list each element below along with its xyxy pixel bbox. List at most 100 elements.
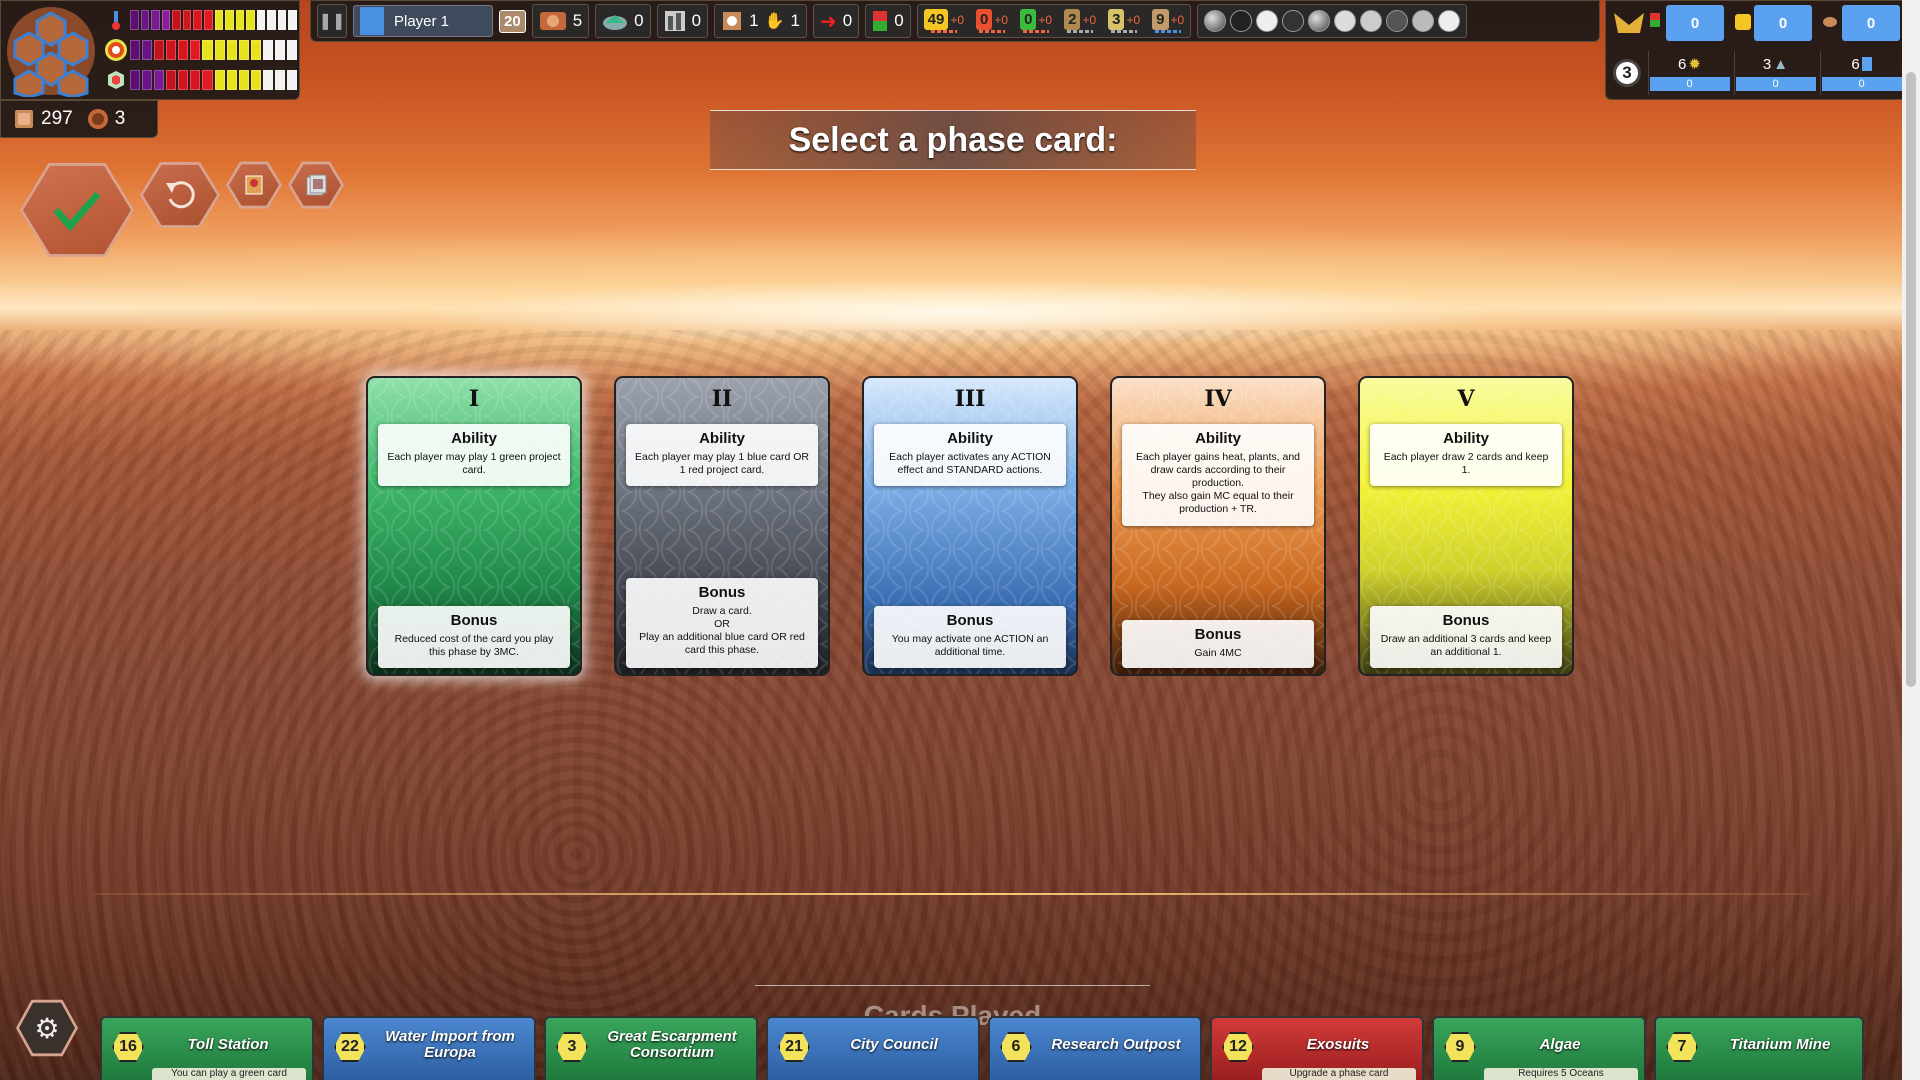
played-card[interactable]: 7 Titanium Mine (1654, 1016, 1864, 1080)
card-cost: 6 (1000, 1032, 1032, 1062)
earth-tag-icon[interactable] (1204, 10, 1227, 32)
phase-numeral: I (468, 386, 480, 412)
undo-button[interactable] (140, 162, 220, 228)
stat-value: 1 (749, 11, 759, 30)
played-card[interactable]: 21 City Council (766, 1016, 980, 1080)
phase-card-1[interactable]: I Ability Each player may play 1 green pr… (366, 376, 582, 676)
settings-button[interactable]: ⚙ (16, 999, 78, 1057)
played-card[interactable]: 12 Exosuits Upgrade a phase card (1210, 1016, 1424, 1080)
ocean-track (130, 70, 298, 90)
prod-delta: +0 (1126, 12, 1141, 27)
arrow-right-icon: ➜ (819, 10, 837, 33)
gear-icon: ⚙ (34, 1012, 60, 1044)
card-cost: 21 (778, 1032, 810, 1062)
stat-value: 0 (691, 11, 702, 30)
card-note: Upgrade a phase card (1262, 1068, 1416, 1080)
stat-value: 5 (572, 11, 583, 30)
prod-value: 3 (1108, 9, 1125, 30)
phase-numeral: II (711, 386, 733, 412)
card-name: City Council (850, 1036, 938, 1053)
ability-text: Each player may play 1 green project car… (387, 451, 561, 476)
round-indicator: 3 (1608, 51, 1646, 95)
ability-title: Ability (451, 430, 497, 447)
money-icon (13, 108, 35, 130)
card-note: You can play a green card (152, 1068, 306, 1080)
plant-tag-icon[interactable] (1360, 10, 1383, 32)
card-name: Algae (1539, 1036, 1581, 1053)
score-cell-blue: 60 (1820, 51, 1902, 95)
award-icon (1734, 13, 1752, 31)
animal-tag-icon[interactable] (1386, 10, 1409, 32)
prod-delta: +0 (1170, 12, 1185, 27)
milestone-value: 0 (1690, 14, 1700, 32)
card-icon (245, 175, 263, 195)
card-name: Great Escarpment Consortium (607, 1028, 737, 1061)
phase-numeral: V (1457, 386, 1475, 412)
other-count[interactable]: 0 (1842, 5, 1900, 41)
cell-top: 3 (1762, 55, 1772, 73)
forest-icon: ▲ (1773, 55, 1789, 73)
microbe-tag-icon[interactable] (1412, 10, 1435, 32)
deck-view-button[interactable] (288, 161, 344, 209)
bonus-box: Bonus Gain 4MC (1122, 620, 1314, 668)
stat-hand: 1 ✋ 1 (714, 4, 807, 38)
card-name: Titanium Mine (1729, 1036, 1831, 1053)
building-tag-icon[interactable] (1334, 10, 1357, 32)
bonus-title: Bonus (946, 612, 994, 629)
global-parameters-panel (0, 0, 300, 100)
bonus-box: Bonus Draw a card. OR Play an additional … (626, 578, 818, 668)
prod-mc: 49 +0 (923, 9, 965, 33)
played-card[interactable]: 3 Great Escarpment Consortium (544, 1016, 758, 1080)
card-name: Research Outpost (1051, 1036, 1181, 1053)
power-tag-icon[interactable] (1282, 10, 1305, 32)
milestone-count[interactable]: 0 (1666, 5, 1724, 41)
prod-heat: 0 +0 (976, 9, 1008, 33)
prod-value: 9 (1152, 9, 1169, 30)
oxygen-meter (105, 39, 298, 61)
temperature-meter (105, 9, 297, 31)
bonus-box: Bonus Reduced cost of the card you play t… (378, 606, 570, 668)
phase-card-4[interactable]: IV Ability Each player gains heat, plants… (1110, 376, 1326, 676)
award-count[interactable]: 0 (1754, 5, 1812, 41)
score-cell-forest: 3 ▲ 0 (1734, 51, 1816, 95)
ability-box: Ability Each player draw 2 cards and keep… (1370, 424, 1562, 486)
bonus-box: Bonus You may activate one ACTION an addi… (874, 606, 1066, 668)
stat-value: 0 (894, 11, 904, 30)
other-value: 0 (1866, 14, 1876, 32)
bonus-title: Bonus (1442, 612, 1490, 629)
flag-icon (1650, 13, 1660, 27)
phase-card-5[interactable]: V Ability Each player draw 2 cards and ke… (1358, 376, 1574, 676)
cell-bottom: 0 (1735, 77, 1816, 91)
milestone-icon (1612, 9, 1646, 35)
cell-bottom: 0 (1649, 77, 1730, 91)
played-card[interactable]: 22 Water Import from Europa (322, 1016, 536, 1080)
bonus-title: Bonus (1194, 626, 1242, 643)
card-cost: 16 (112, 1032, 144, 1062)
ability-title: Ability (1195, 430, 1241, 447)
scrollbar-thumb[interactable] (1906, 72, 1916, 687)
confirm-button[interactable] (20, 163, 134, 257)
greenery-icon (602, 11, 628, 31)
thermometer-icon (105, 9, 127, 31)
event-tag-icon[interactable] (1438, 10, 1461, 32)
ocean-icon (105, 69, 127, 91)
played-card[interactable]: 9 Algae Requires 5 Oceans (1432, 1016, 1646, 1080)
card-cost: 9 (1444, 1032, 1476, 1062)
pause-button[interactable]: ❚❚ (317, 4, 347, 38)
hand-view-button[interactable] (226, 161, 282, 209)
tr-icon (87, 108, 109, 130)
player-selector[interactable]: Player 1 (353, 5, 493, 37)
space-tag-icon[interactable] (1230, 10, 1253, 32)
card-cost: 22 (334, 1032, 366, 1062)
prod-delta: +0 (950, 12, 965, 27)
phase-card-2[interactable]: II Ability Each player may play 1 blue ca… (614, 376, 830, 676)
played-card[interactable]: 6 Research Outpost (988, 1016, 1202, 1080)
science-tag-icon[interactable] (1256, 10, 1279, 32)
jovian-tag-icon[interactable] (1308, 10, 1331, 32)
page-scrollbar[interactable] (1902, 0, 1920, 1080)
played-card[interactable]: 16 Toll Station You can play a green card (100, 1016, 314, 1080)
phase-card-3[interactable]: III Ability Each player activates any ACT… (862, 376, 1078, 676)
oxygen-icon (105, 39, 127, 61)
stat-city: 0 (656, 4, 709, 38)
card-cost: 7 (1666, 1032, 1698, 1062)
